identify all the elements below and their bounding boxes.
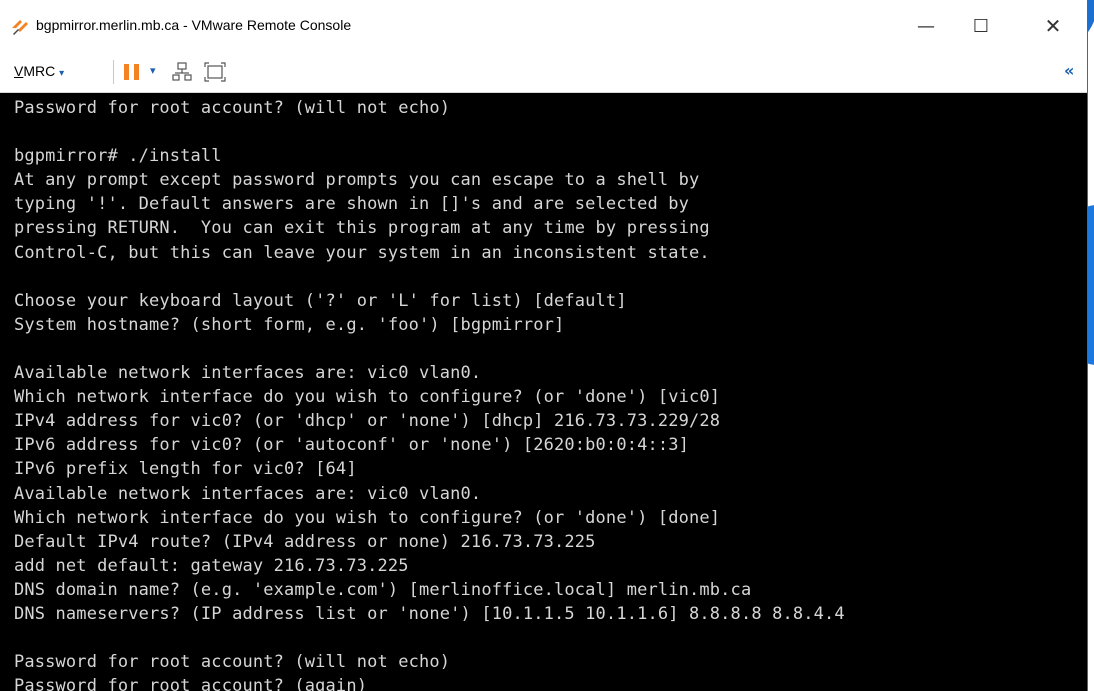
pause-icon [124,64,129,80]
collapse-toolbar-icon[interactable]: « [1064,61,1074,80]
desktop-wallpaper-shape [1087,0,1094,50]
console-line: typing '!'. Default answers are shown in… [14,194,690,215]
minimize-icon: — [917,15,935,37]
close-icon: ✕ [1044,14,1062,38]
maximize-icon: ☐ [972,15,990,37]
console-line: pressing RETURN. You can exit this progr… [14,218,710,239]
console-line: DNS nameservers? (IP address list or 'no… [14,603,845,624]
title-bar[interactable]: bgpmirror.merlin.mb.ca - VMware Remote C… [0,0,1087,52]
console-line: Choose your keyboard layout ('?' or 'L' … [14,290,627,311]
console-line: System hostname? (short form, e.g. 'foo'… [14,314,565,335]
fullscreen-icon[interactable] [204,62,226,82]
console-line: DNS domain name? (e.g. 'example.com') [m… [14,579,752,600]
toolbar-divider [113,60,114,84]
console-line: Which network interface do you wish to c… [14,387,721,408]
vmware-logo-icon [12,20,28,35]
desktop-wallpaper-shape [1087,205,1094,365]
console-line: add net default: gateway 216.73.73.225 [14,555,409,576]
console-line: bgpmirror# ./install [14,146,222,167]
network-icon[interactable] [172,62,192,82]
close-button[interactable]: ✕ [1030,0,1076,52]
console-line: Available network interfaces are: vic0 v… [14,483,482,504]
pause-button[interactable] [124,64,140,80]
console-line: Available network interfaces are: vic0 v… [14,363,482,384]
maximize-button[interactable]: ☐ [958,0,1004,52]
console-line: Password for root account? (again) [14,676,378,691]
console-line: Password for root account? (will not ech… [14,98,451,118]
window-title: bgpmirror.merlin.mb.ca - VMware Remote C… [36,17,352,33]
console-text: Password for root account? (will not ech… [0,93,1087,691]
console-line: IPv6 address for vic0? (or 'autoconf' or… [14,435,690,456]
vm-console[interactable]: Password for root account? (will not ech… [0,93,1087,691]
console-line: Password for root account? (will not ech… [14,652,451,673]
console-line: Default IPv4 route? (IPv4 address or non… [14,531,596,552]
vmrc-menu-button[interactable]: VMRC ▾ [14,63,64,79]
console-line: Which network interface do you wish to c… [14,507,721,528]
chevron-down-icon: ▾ [59,68,65,79]
vmrc-menu-label: MRC [23,63,56,79]
pause-icon [134,64,139,80]
console-line: IPv6 prefix length for vic0? [64] [14,459,357,480]
minimize-button[interactable]: — [903,0,949,52]
vmrc-window: bgpmirror.merlin.mb.ca - VMware Remote C… [0,0,1087,691]
power-menu-chevron-down-icon[interactable]: ▾ [150,64,156,77]
console-line: At any prompt except password prompts yo… [14,170,700,191]
vmrc-menu-mnemonic: V [14,63,24,79]
vmrc-toolbar: VMRC ▾ ▾ « [0,52,1087,93]
console-line: Control-C, but this can leave your syste… [14,242,710,263]
desktop-background [1087,0,1094,691]
console-line: IPv4 address for vic0? (or 'dhcp' or 'no… [14,411,721,432]
